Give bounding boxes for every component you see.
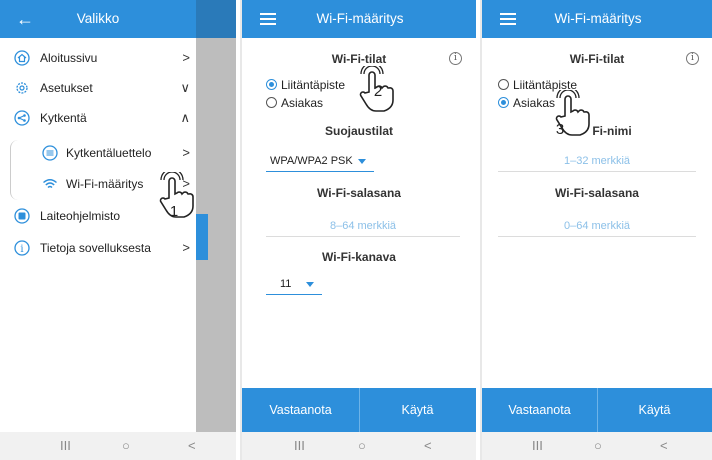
security-heading: Suojaustilat bbox=[324, 124, 393, 138]
info-icon: i bbox=[14, 240, 30, 256]
radio-dot bbox=[266, 97, 277, 108]
menu-item-label: Kytkentä bbox=[40, 111, 87, 125]
page-title: Wi-Fi-määritys bbox=[316, 11, 404, 26]
home-button[interactable]: ○ bbox=[122, 432, 130, 460]
wifi-setup-ap-screen: Wi-Fi-määritys Wi-Fi-tilat i Liitäntäpis… bbox=[240, 0, 476, 460]
security-select[interactable]: WPA/WPA2 PSK bbox=[266, 152, 374, 172]
menu-item-asetukset[interactable]: Asetukset ∨ bbox=[0, 72, 196, 104]
scrim-accent bbox=[196, 214, 208, 260]
home-button[interactable]: ○ bbox=[358, 432, 366, 460]
recent-apps-button[interactable]: III bbox=[532, 432, 543, 460]
hand-tap-icon: 2 bbox=[359, 66, 394, 112]
chevron-right-icon: > bbox=[182, 145, 190, 160]
menu-item-kytkentaluettelo[interactable]: Kytkentäluettelo > bbox=[0, 137, 196, 169]
app-header: Wi-Fi-määritys bbox=[482, 0, 712, 38]
password-heading: Wi-Fi-salasana bbox=[317, 186, 401, 200]
receive-button[interactable]: Vastaanota bbox=[482, 388, 597, 432]
app-header: Wi-Fi-määritys bbox=[242, 0, 476, 38]
drawer-title: Valikko bbox=[76, 11, 120, 26]
back-button[interactable]: < bbox=[660, 432, 668, 460]
page-title: Wi-Fi-määritys bbox=[554, 11, 642, 26]
list-icon bbox=[42, 145, 58, 161]
info-icon[interactable]: i bbox=[449, 52, 462, 65]
password-field[interactable]: 0–64 merkkiä bbox=[498, 217, 696, 237]
menu-screen: ← Valikko Aloitussivu > Asetukset ∨ Kytk… bbox=[0, 0, 236, 460]
back-button[interactable]: < bbox=[424, 432, 432, 460]
recent-apps-button[interactable]: III bbox=[294, 432, 305, 460]
action-bar: Vastaanota Käytä bbox=[242, 388, 476, 432]
chevron-right-icon: > bbox=[182, 50, 190, 65]
hand-tap-icon: 1 bbox=[159, 172, 194, 220]
chevron-right-icon: > bbox=[182, 240, 190, 255]
scrim-header bbox=[196, 0, 236, 38]
dropdown-arrow-icon bbox=[358, 159, 366, 164]
menu-item-tietoja[interactable]: i Tietoja sovelluksesta > bbox=[0, 232, 196, 264]
channel-select[interactable]: 11 bbox=[266, 275, 322, 295]
password-heading: Wi-Fi-salasana bbox=[555, 186, 639, 200]
firmware-icon bbox=[14, 208, 30, 224]
menu-item-kytkenta[interactable]: Kytkentä ∧ bbox=[0, 102, 196, 134]
password-field[interactable]: 8–64 merkkiä bbox=[266, 217, 460, 237]
menu-item-label: Kytkentäluettelo bbox=[66, 146, 152, 160]
wifi-setup-client-screen: Wi-Fi-määritys Wi-Fi-tilat i Liitäntäpis… bbox=[480, 0, 712, 460]
chevron-down-icon: ∨ bbox=[180, 80, 190, 95]
home-button[interactable]: ○ bbox=[594, 432, 602, 460]
menu-item-label: Asetukset bbox=[40, 81, 93, 95]
radio-dot bbox=[498, 79, 509, 90]
drawer-header: ← Valikko bbox=[0, 0, 196, 38]
radio-dot-selected bbox=[266, 79, 277, 90]
android-nav-bar: III ○ < bbox=[242, 432, 476, 460]
dropdown-arrow-icon bbox=[306, 282, 314, 287]
settings-icon bbox=[16, 82, 28, 94]
select-value: 11 bbox=[280, 278, 292, 290]
svg-text:i: i bbox=[20, 244, 23, 255]
action-bar: Vastaanota Käytä bbox=[482, 388, 712, 432]
hand-tap-icon: 3 bbox=[555, 90, 590, 138]
select-value: WPA/WPA2 PSK bbox=[270, 155, 353, 167]
menu-item-label: Aloitussivu bbox=[40, 51, 98, 65]
recent-apps-button[interactable]: III bbox=[60, 432, 71, 460]
radio-dot-selected bbox=[498, 97, 509, 108]
chevron-up-icon: ∧ bbox=[180, 110, 190, 125]
back-button[interactable]: < bbox=[188, 432, 196, 460]
wifi-mode-heading: Wi-Fi-tilat bbox=[331, 52, 387, 66]
menu-item-label: Wi-Fi-määritys bbox=[66, 177, 144, 191]
connection-icon bbox=[14, 110, 30, 126]
android-nav-bar: III ○ < bbox=[0, 432, 236, 460]
step-number: 1 bbox=[170, 203, 178, 220]
wifi-mode-heading: Wi-Fi-tilat bbox=[569, 52, 625, 66]
wifi-icon bbox=[43, 179, 57, 189]
wifi-name-heading: Fi-nimi bbox=[592, 124, 632, 138]
apply-button[interactable]: Käytä bbox=[359, 388, 476, 432]
android-nav-bar: III ○ < bbox=[482, 432, 712, 460]
wifi-name-field[interactable]: 1–32 merkkiä bbox=[498, 152, 696, 172]
step-number: 3 bbox=[556, 121, 564, 138]
info-icon[interactable]: i bbox=[686, 52, 699, 65]
receive-button[interactable]: Vastaanota bbox=[242, 388, 359, 432]
apply-button[interactable]: Käytä bbox=[597, 388, 712, 432]
home-icon bbox=[14, 50, 30, 66]
channel-heading: Wi-Fi-kanava bbox=[322, 250, 396, 264]
menu-item-label: Tietoja sovelluksesta bbox=[40, 241, 151, 255]
radio-label: Asiakas bbox=[281, 96, 324, 110]
menu-item-aloitussivu[interactable]: Aloitussivu > bbox=[0, 42, 196, 74]
radio-label: Liitäntäpiste bbox=[281, 78, 346, 92]
step-number: 2 bbox=[374, 83, 382, 100]
menu-item-label: Laiteohjelmisto bbox=[40, 209, 121, 223]
